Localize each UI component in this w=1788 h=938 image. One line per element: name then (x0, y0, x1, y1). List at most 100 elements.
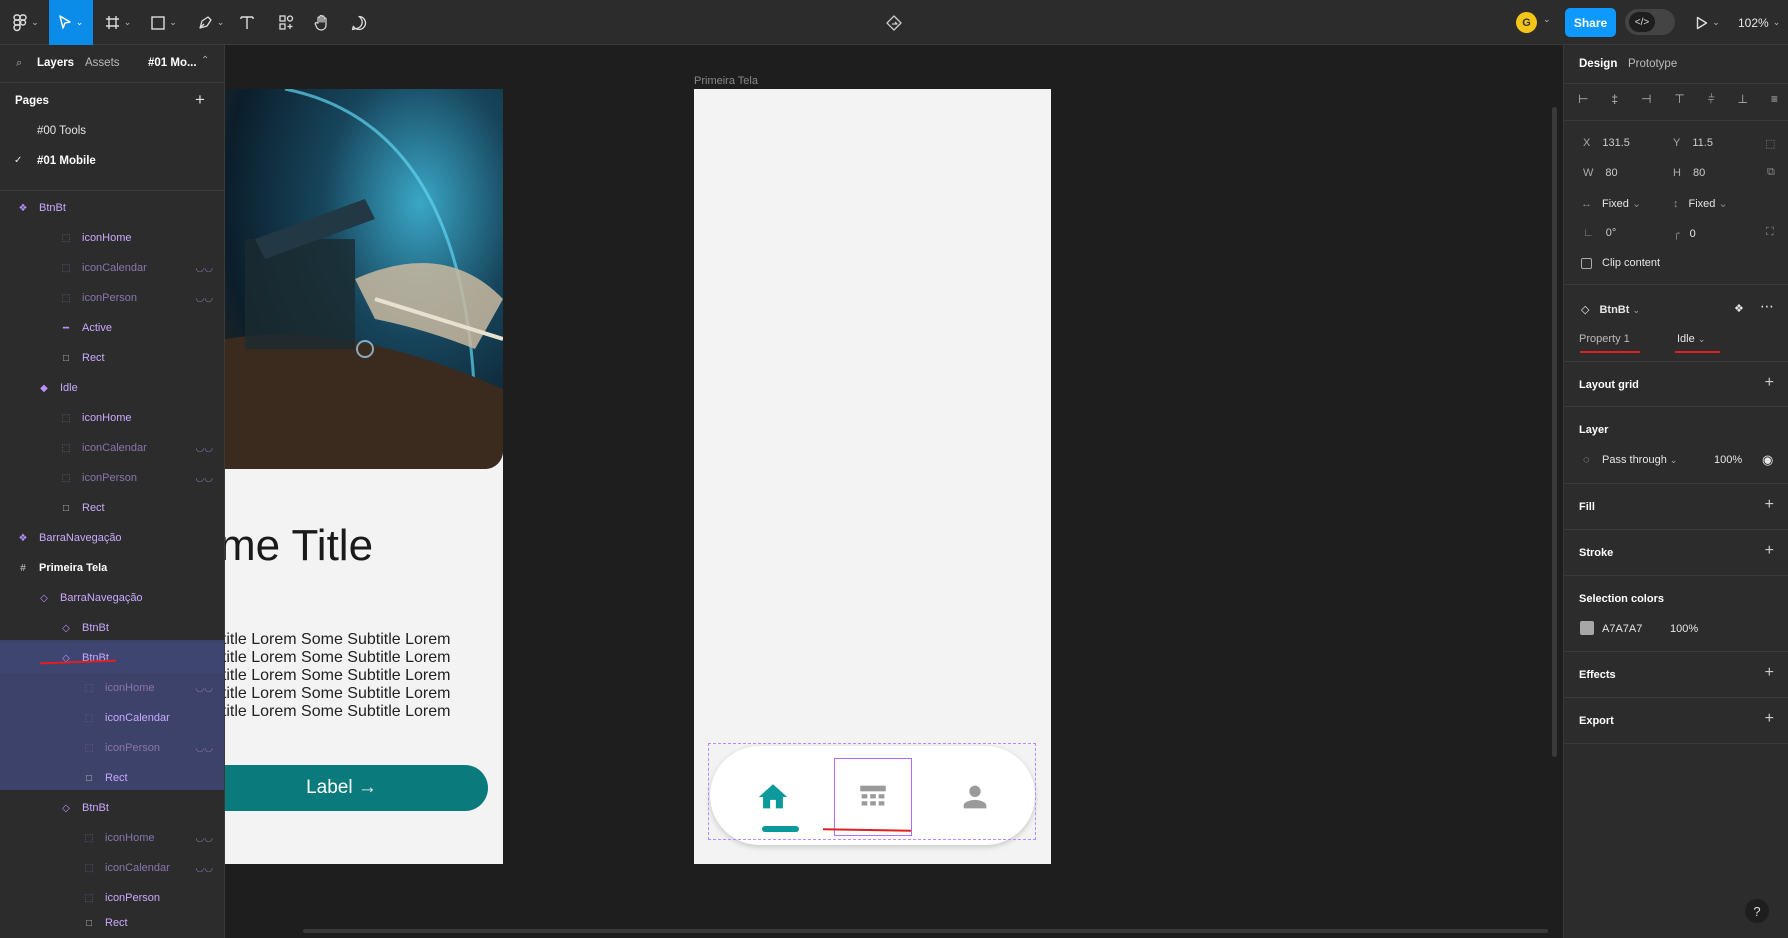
layer-row[interactable]: ⬚ iconCalendar ◡◡ (0, 433, 224, 463)
label-button[interactable]: Label → (225, 765, 488, 811)
corner-radius-field[interactable]: ╭ 0 (1673, 227, 1696, 240)
layer-row[interactable]: ⬚ iconHome ◡◡ (0, 673, 224, 703)
eye-icon[interactable]: ◉ (1762, 452, 1773, 468)
layer-row[interactable]: ⬚ iconHome (0, 223, 224, 253)
layer-row[interactable]: ━ Active (0, 313, 224, 343)
hidden-eye-icon[interactable]: ◡◡ (196, 263, 213, 274)
hand-tool-button[interactable] (311, 0, 333, 45)
layer-row[interactable]: ◆ Idle (0, 373, 224, 403)
game-screen-frame[interactable]: me Title btitle Lorem Some Subtitle Lore… (225, 89, 503, 864)
comment-tool-button[interactable] (348, 0, 370, 45)
page-item-mobile[interactable]: #01 Mobile (37, 155, 96, 167)
page-switcher[interactable]: #01 Mo... (148, 57, 197, 69)
align-bottom-icon[interactable]: ⊥ (1738, 92, 1748, 106)
hidden-eye-icon[interactable]: ◡◡ (196, 443, 213, 454)
search-icon[interactable]: ⌕ (16, 57, 22, 70)
layer-row[interactable]: ❖ BtnBt (0, 193, 224, 223)
align-center-h-icon[interactable]: ‡ (1611, 92, 1618, 106)
rotation-field[interactable]: ∟ 0° (1583, 227, 1616, 239)
vertical-resizing[interactable]: ↕ Fixed ⌄ (1673, 197, 1728, 210)
align-right-icon[interactable]: ⊣ (1641, 92, 1651, 106)
primeira-tela-frame[interactable] (694, 89, 1051, 864)
layer-row[interactable]: ⬚ iconCalendar ◡◡ (0, 853, 224, 883)
align-left-icon[interactable]: ⊢ (1578, 92, 1588, 106)
property-value-dropdown[interactable]: Idle ⌄ (1677, 333, 1705, 345)
vertical-scrollbar[interactable] (1552, 107, 1557, 757)
layer-row[interactable]: □ Rect (0, 343, 224, 373)
text-tool-button[interactable] (236, 0, 258, 45)
layer-row[interactable]: ⬚ iconCalendar ◡◡ (0, 253, 224, 283)
frame-label[interactable]: Primeira Tela (694, 75, 758, 87)
zoom-dropdown[interactable]: 102% ⌄ (1738, 0, 1780, 45)
dev-mode-toggle[interactable]: </> (1625, 9, 1675, 35)
layer-row[interactable]: ⬚ iconHome ◡◡ (0, 823, 224, 853)
tab-assets[interactable]: Assets (85, 57, 120, 69)
resources-tool-button[interactable] (275, 0, 297, 45)
color-swatch[interactable] (1580, 621, 1594, 635)
avatar-chevron-icon[interactable]: ⌄ (1543, 14, 1551, 25)
width-field[interactable]: W 80 (1583, 167, 1618, 179)
help-button[interactable]: ? (1745, 899, 1769, 923)
layer-row[interactable]: ◇ BtnBt (0, 613, 224, 643)
canvas[interactable]: me Title btitle Lorem Some Subtitle Lore… (225, 45, 1563, 938)
y-field[interactable]: Y 11.5 (1673, 137, 1713, 149)
horizontal-scrollbar[interactable] (303, 929, 1548, 933)
shape-tool-button[interactable]: ⌄ (146, 0, 182, 45)
layer-row-selected[interactable]: ◇ BtnBt (0, 643, 224, 673)
absolute-position-icon[interactable]: ⬚ (1765, 137, 1775, 150)
pen-tool-button[interactable]: ⌄ (193, 0, 229, 45)
layer-row[interactable]: ⬚ iconHome (0, 403, 224, 433)
tab-design[interactable]: Design (1579, 58, 1617, 70)
add-fill-icon[interactable]: + (1765, 496, 1774, 514)
hidden-eye-icon[interactable]: ◡◡ (196, 743, 213, 754)
layer-row[interactable]: ⬚ iconCalendar (0, 703, 224, 733)
hidden-eye-icon[interactable]: ◡◡ (196, 863, 213, 874)
avatar[interactable]: G (1516, 12, 1537, 33)
distribute-icon[interactable]: ≡ (1771, 92, 1778, 106)
add-effect-icon[interactable]: + (1765, 664, 1774, 682)
constrain-proportions-icon[interactable]: ⧉ (1767, 166, 1775, 179)
layer-row[interactable]: ⬚ iconPerson ◡◡ (0, 733, 224, 763)
figma-menu-button[interactable]: ⌄ (8, 0, 44, 45)
hidden-eye-icon[interactable]: ◡◡ (196, 293, 213, 304)
x-field[interactable]: X 131.5 (1583, 137, 1630, 149)
tab-prototype[interactable]: Prototype (1628, 58, 1677, 70)
layer-row[interactable]: □ Rect (0, 493, 224, 523)
share-button[interactable]: Share (1565, 8, 1616, 37)
add-export-icon[interactable]: + (1765, 710, 1774, 728)
color-opacity[interactable]: 100% (1670, 623, 1698, 635)
present-button[interactable]: ⌄ (1693, 0, 1723, 45)
align-center-v-icon[interactable]: ⫩ (1708, 92, 1715, 107)
more-options-icon[interactable]: ⋯ (1760, 298, 1774, 315)
add-layout-grid-icon[interactable]: + (1765, 374, 1774, 392)
independent-corners-icon[interactable]: ⛶ (1766, 226, 1774, 239)
go-to-main-component-icon[interactable]: ❖ (1734, 302, 1744, 315)
component-header[interactable]: ◇ BtnBt ⌄ (1581, 303, 1640, 316)
add-page-icon[interactable]: + (195, 90, 205, 110)
align-top-icon[interactable]: ⊤ (1674, 92, 1684, 106)
layer-row[interactable]: ◇ BarraNavegação (0, 583, 224, 613)
layer-opacity[interactable]: 100% (1714, 454, 1742, 466)
page-item-tools[interactable]: #00 Tools (37, 125, 86, 137)
layer-row[interactable]: ❖ BarraNavegação (0, 523, 224, 553)
height-field[interactable]: H 80 (1673, 167, 1705, 179)
color-hex[interactable]: A7A7A7 (1602, 623, 1642, 635)
layer-row[interactable]: ◇ BtnBt (0, 793, 224, 823)
tab-layers[interactable]: Layers (37, 57, 74, 69)
chevron-up-icon[interactable]: ⌃ (201, 55, 209, 66)
add-stroke-icon[interactable]: + (1765, 542, 1774, 560)
layer-row[interactable]: # Primeira Tela (0, 553, 224, 583)
layer-row[interactable]: □ Rect (0, 763, 224, 793)
layer-row[interactable]: ⬚ iconPerson ◡◡ (0, 283, 224, 313)
clip-content-checkbox[interactable]: Clip content (1581, 257, 1660, 269)
blend-mode-dropdown[interactable]: Pass through ⌄ (1602, 454, 1677, 466)
layer-row[interactable]: □ Rect (0, 908, 224, 938)
layer-row[interactable]: ⬚ iconPerson ◡◡ (0, 463, 224, 493)
hidden-eye-icon[interactable]: ◡◡ (196, 833, 213, 844)
move-tool-button[interactable]: ⌄ (49, 0, 93, 45)
hidden-eye-icon[interactable]: ◡◡ (196, 473, 213, 484)
frame-tool-button[interactable]: ⌄ (100, 0, 136, 45)
horizontal-resizing[interactable]: ↔ Fixed ⌄ (1581, 197, 1641, 210)
hidden-eye-icon[interactable]: ◡◡ (196, 683, 213, 694)
component-diamond-button[interactable] (882, 0, 906, 45)
